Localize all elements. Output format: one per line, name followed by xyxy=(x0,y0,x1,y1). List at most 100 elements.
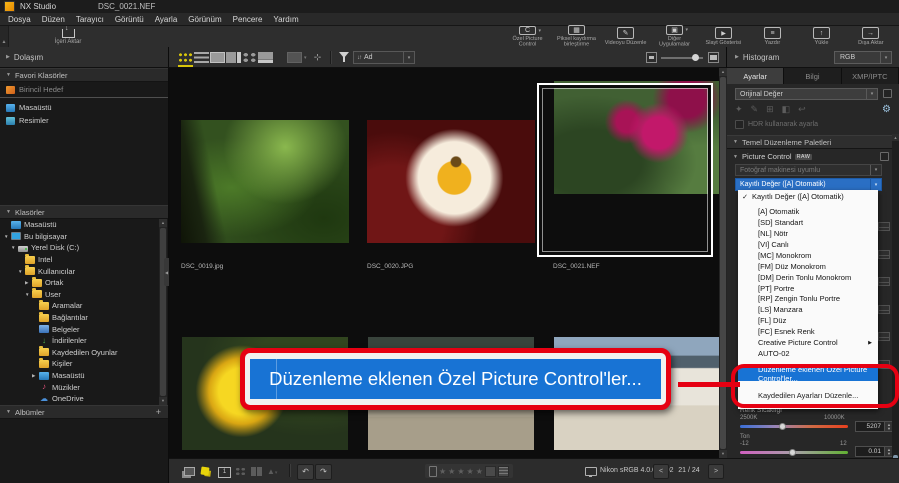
menu-item[interactable]: Görüntü xyxy=(115,15,144,24)
next-image-button[interactable]: > xyxy=(708,464,724,479)
menu-item[interactable]: Görünüm xyxy=(188,15,221,24)
toolbar-button[interactable]: Diğer Uygulamalar xyxy=(650,25,699,48)
favorite-item[interactable]: Birincil Hedef xyxy=(0,82,168,98)
protect-icon[interactable] xyxy=(484,465,496,477)
tab-bilgi[interactable]: Bilgi xyxy=(784,68,842,84)
scroll-up-icon[interactable]: ▲ xyxy=(892,134,899,141)
scroll-up-icon[interactable]: ▲ xyxy=(719,68,727,76)
folder-tree-item[interactable]: Intel xyxy=(0,253,168,266)
tree-expand-icon[interactable] xyxy=(25,280,32,286)
single-view-icon[interactable] xyxy=(210,52,225,63)
hdr-checkbox[interactable] xyxy=(735,120,744,129)
folder-tree-item[interactable]: Masaüstü xyxy=(0,219,168,231)
split-compare-icon[interactable] xyxy=(251,467,262,476)
edit-pencil-icon[interactable]: ✎ xyxy=(751,104,759,115)
menu-option[interactable]: [VI] Canlı xyxy=(738,239,878,250)
thumbnail-cell[interactable]: DSC_0021.NEF xyxy=(537,75,730,331)
star-icon[interactable]: ★ xyxy=(448,467,455,476)
value-spinner[interactable] xyxy=(878,277,890,286)
browser-scrollbar[interactable]: ▲ ▼ xyxy=(719,68,727,458)
menu-item[interactable]: Düzen xyxy=(42,15,65,24)
fullscreen-icon[interactable]: ⊹ xyxy=(312,52,323,63)
menu-option[interactable]: [SD] Standart xyxy=(738,217,878,228)
temperature-slider[interactable] xyxy=(740,425,848,428)
clear-rating-icon[interactable] xyxy=(429,465,437,477)
histogram-section[interactable]: ▶ Histogram RGB ▾ xyxy=(727,47,899,68)
tree-expand-icon[interactable] xyxy=(25,292,32,297)
folders-header[interactable]: ▼ Klasörler xyxy=(0,205,168,219)
value-spinner[interactable] xyxy=(878,250,890,259)
import-button[interactable]: İçeri Aktar xyxy=(46,25,90,46)
copy-adjustments-icon[interactable]: ⊞ xyxy=(766,104,774,115)
folder-tree-item[interactable]: Kaydedilen Oyunlar xyxy=(0,346,168,359)
menu-option[interactable]: [LS] Manzara xyxy=(738,304,878,315)
rating-control[interactable]: ★ ★ ★ ★ ★ xyxy=(425,464,513,478)
thumbnail-image[interactable] xyxy=(367,120,535,243)
albums-header[interactable]: ▼ Albümler + xyxy=(0,405,168,419)
wand-icon[interactable]: ✦ xyxy=(735,104,743,115)
folder-tree-item[interactable]: User xyxy=(0,288,168,301)
histogram-overlay-icon[interactable]: ▲▾ xyxy=(267,467,277,478)
folder-tree-scrollbar[interactable]: ▲ ▼ xyxy=(159,219,167,405)
preset-dropdown[interactable]: Orijinal Değer ▾ xyxy=(735,88,878,100)
tree-expand-icon[interactable] xyxy=(18,269,25,274)
grid-view-icon[interactable] xyxy=(178,52,193,67)
add-album-button[interactable]: + xyxy=(156,407,161,417)
thumbnail-smaller-icon[interactable] xyxy=(646,52,657,63)
favorites-header[interactable]: ▼ Favori Klasörler xyxy=(0,68,168,82)
menu-item[interactable]: Yardım xyxy=(273,15,298,24)
favorite-item[interactable]: Masaüstü xyxy=(0,101,168,114)
toolbar-button[interactable]: Dışa Aktar xyxy=(846,27,895,46)
folder-tree-item[interactable]: Ortak xyxy=(0,276,168,289)
histogram-channel-dropdown[interactable]: RGB ▾ xyxy=(834,51,892,64)
value-spinner[interactable] xyxy=(878,305,890,314)
thumbnail-image[interactable] xyxy=(554,81,720,194)
folder-tree-item[interactable]: Bu bilgisayar xyxy=(0,231,168,243)
toolbar-collapse-arrow-icon[interactable]: ▲ xyxy=(0,26,9,47)
temperature-value[interactable]: 5207 xyxy=(855,421,885,432)
scroll-down-icon[interactable]: ▼ xyxy=(719,450,727,458)
thumbnail-size-slider-handle[interactable] xyxy=(692,54,699,61)
scroll-down-icon[interactable]: ▼ xyxy=(159,397,167,405)
list-view-icon[interactable] xyxy=(194,52,209,63)
folder-tree-item[interactable]: Belgeler xyxy=(0,323,168,335)
toolbar-button[interactable]: Piksel kaydırma birleştirme xyxy=(552,25,601,48)
menu-option[interactable]: [DM] Derin Tonlu Monokrom xyxy=(738,272,878,283)
toolbar-button[interactable]: Yükle xyxy=(797,27,846,46)
tint-slider-handle[interactable] xyxy=(789,449,796,456)
toolbar-button[interactable]: Yazdır xyxy=(748,27,797,46)
scroll-up-icon[interactable]: ▲ xyxy=(159,219,167,227)
picture-control-checkbox[interactable] xyxy=(880,152,889,161)
menu-option[interactable]: [RP] Zengin Tonlu Portre xyxy=(738,294,878,305)
stack-view-icon[interactable] xyxy=(184,467,195,476)
sort-dropdown[interactable]: ↓↑ Ad ▾ xyxy=(353,51,415,64)
thumbnail-cell[interactable]: DSC_0019.jpg xyxy=(172,75,358,331)
palettes-header[interactable]: ▼ Temel Düzenleme Paletleri xyxy=(727,135,892,149)
menu-item[interactable]: Ayarla xyxy=(155,15,178,24)
scrollbar-thumb[interactable] xyxy=(160,228,166,396)
paste-adjustments-icon[interactable]: ◧ xyxy=(782,104,791,115)
grid-compare-icon[interactable] xyxy=(235,467,246,476)
menu-option[interactable]: [FM] Düz Monokrom xyxy=(738,261,878,272)
star-icon[interactable]: ★ xyxy=(439,467,446,476)
label-icon[interactable] xyxy=(497,465,509,477)
preset-checkbox[interactable] xyxy=(883,89,892,98)
thumbnail-cell[interactable]: DSC_0020.JPG xyxy=(358,75,544,331)
image-info-view-icon[interactable] xyxy=(226,52,241,63)
folder-tree-item[interactable]: Aramalar xyxy=(0,299,168,312)
folder-tree-item[interactable]: Kullanıcılar xyxy=(0,265,168,277)
menu-item[interactable]: Pencere xyxy=(233,15,263,24)
menu-option-checked[interactable]: ✓ Kayıtlı Değer ([A] Otomatik) xyxy=(738,190,878,203)
picture-control-section[interactable]: ▼ Picture Control RAW xyxy=(733,152,891,161)
multi-view-icon[interactable] xyxy=(242,52,257,63)
tree-expand-icon[interactable] xyxy=(4,234,11,239)
menu-item[interactable]: Dosya xyxy=(8,15,31,24)
rotate-left-button[interactable]: ↶ xyxy=(297,464,314,480)
value-spinner[interactable] xyxy=(878,332,890,341)
menu-item[interactable]: Tarayıcı xyxy=(76,15,104,24)
menu-option[interactable]: [FL] Düz xyxy=(738,315,878,326)
filmstrip-view-icon[interactable] xyxy=(258,52,273,63)
camera-compatible-dropdown[interactable]: Fotoğraf makinesi uyumlu ▾ xyxy=(735,164,882,176)
menu-option-auto02[interactable]: AUTO-02 xyxy=(738,348,878,359)
filter-icon[interactable] xyxy=(339,52,349,62)
